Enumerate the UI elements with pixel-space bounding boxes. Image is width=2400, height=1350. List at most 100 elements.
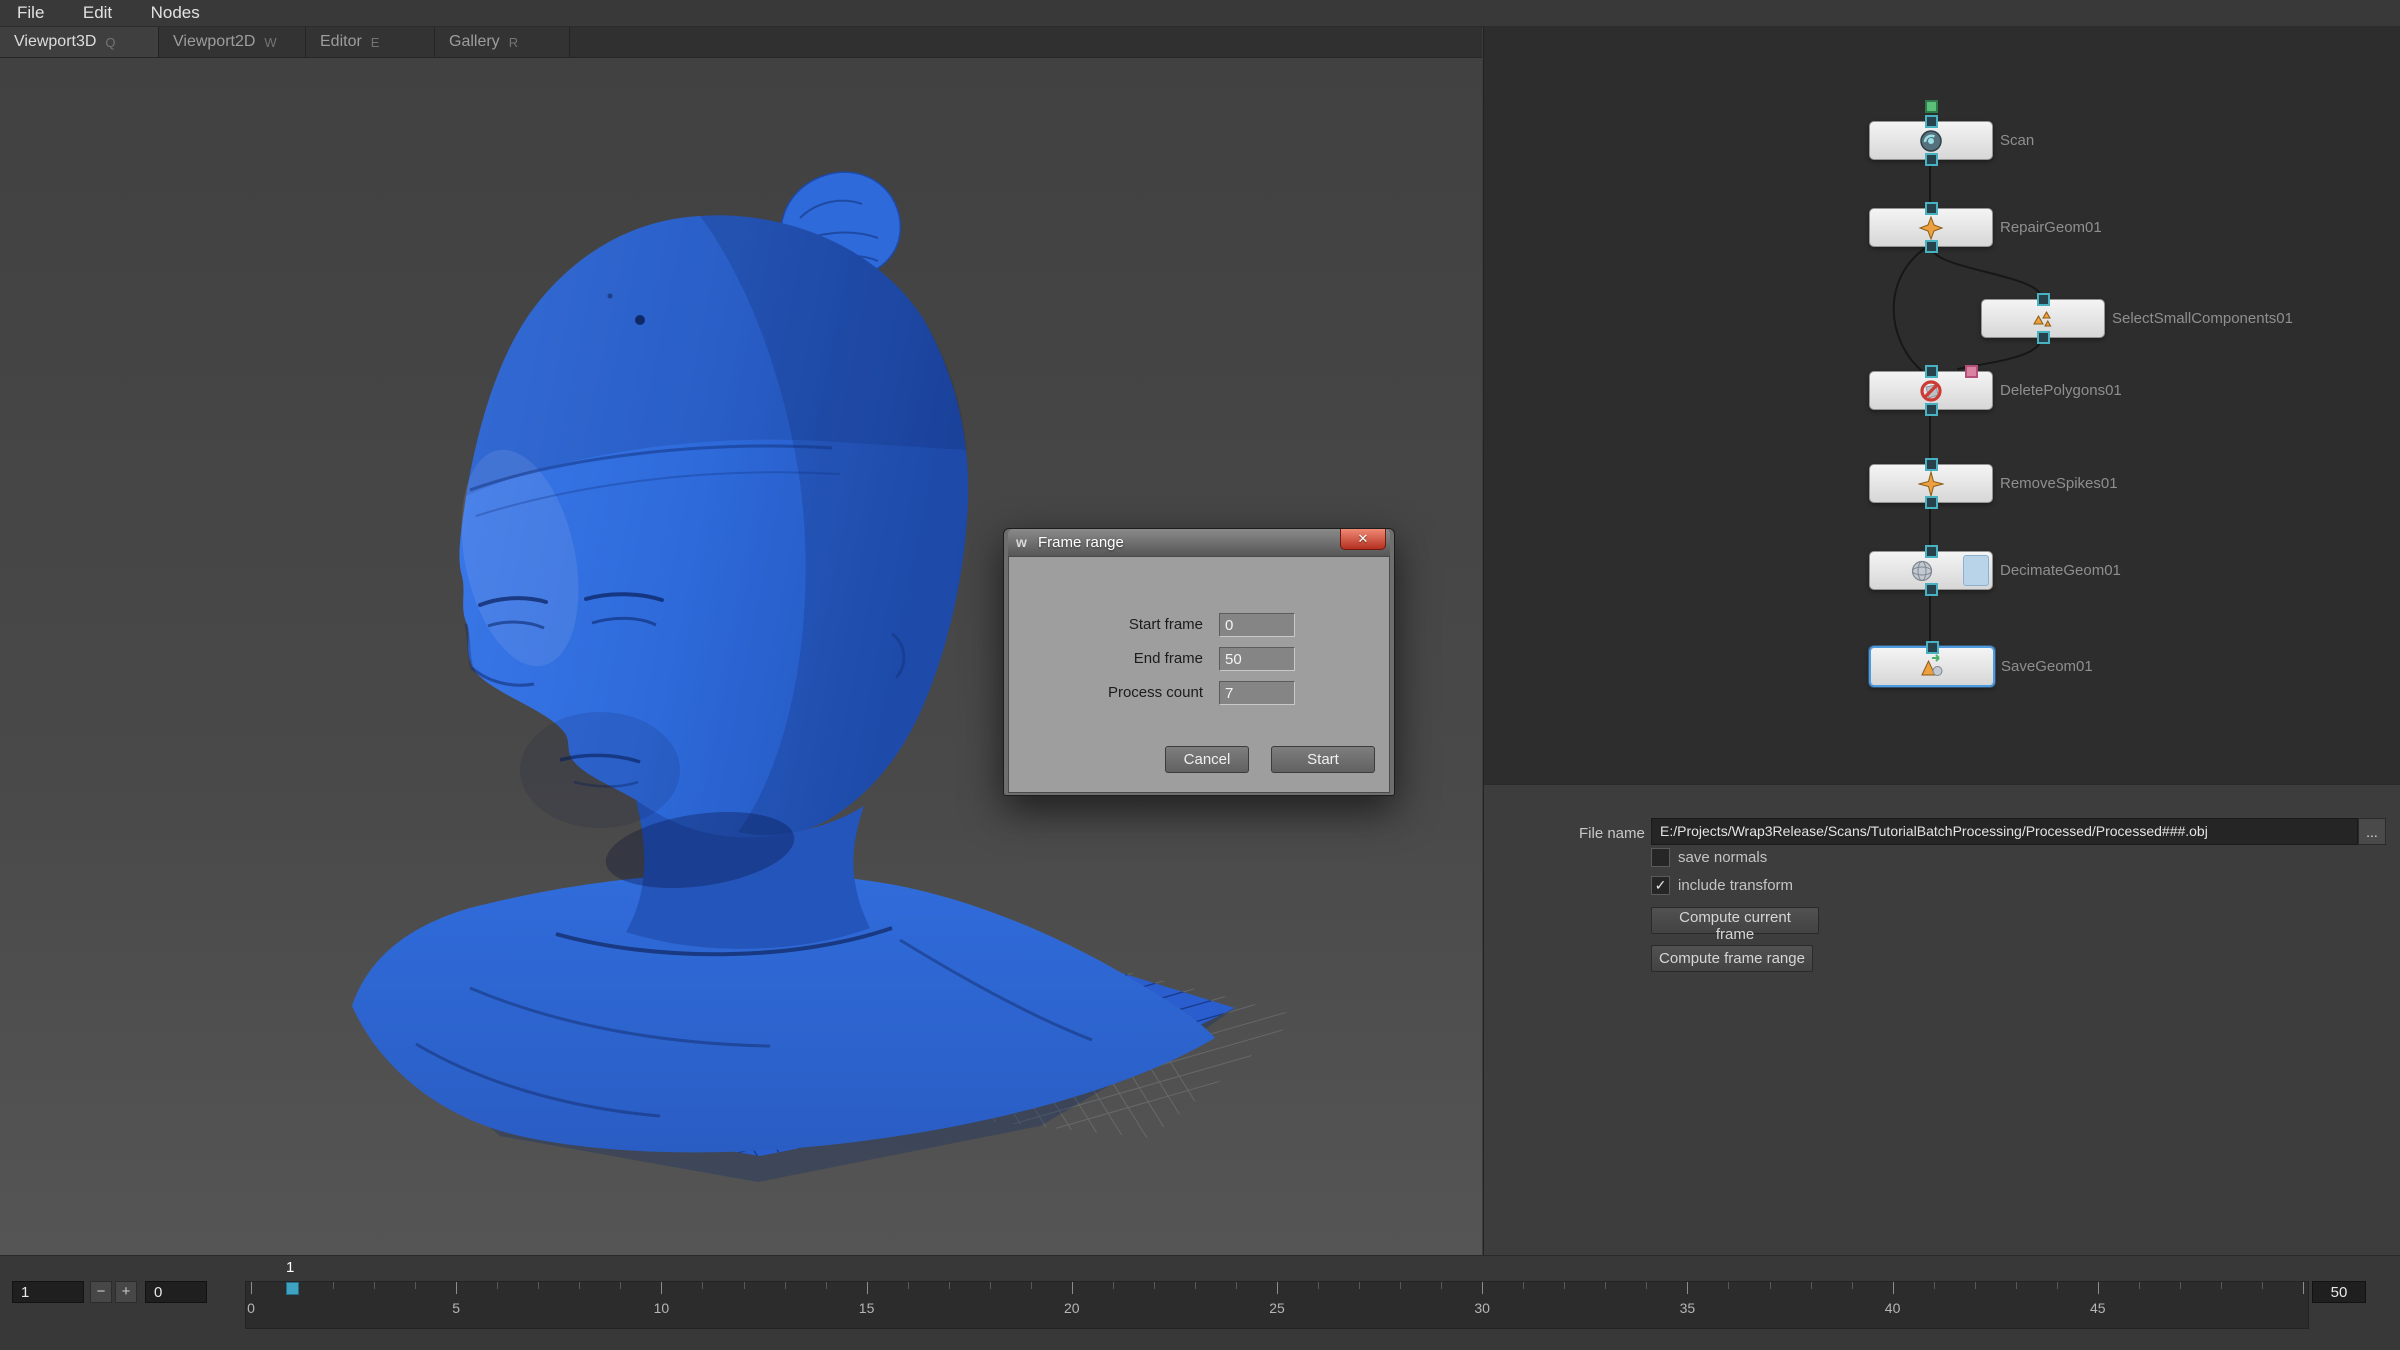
ruler-tick: [1811, 1282, 1812, 1289]
ruler-tick: [2016, 1282, 2017, 1289]
selection-input-port[interactable]: [1965, 365, 1978, 378]
browse-button[interactable]: ...: [2358, 818, 2386, 845]
input-port[interactable]: [1925, 365, 1938, 378]
ruler-tick: [2262, 1282, 2263, 1289]
ruler-tick: [867, 1282, 868, 1294]
wrap-app-icon: w: [1016, 534, 1027, 550]
tab-label: Viewport3D: [14, 33, 96, 51]
checkbox-box: ✓: [1651, 876, 1670, 895]
savegeom-properties-panel: File name E:/Projects/Wrap3Release/Scans…: [1483, 784, 2400, 1256]
playhead-marker[interactable]: [286, 1282, 299, 1295]
save-normals-checkbox[interactable]: save normals: [1651, 847, 1767, 867]
ruler-label: 5: [452, 1300, 460, 1316]
cancel-button[interactable]: Cancel: [1165, 746, 1249, 773]
input-port[interactable]: [2037, 293, 2050, 306]
start-frame-input[interactable]: [1219, 613, 1295, 637]
output-port[interactable]: [2037, 331, 2050, 344]
ruler-tick: [456, 1282, 457, 1294]
range-end-input[interactable]: 50: [2312, 1281, 2366, 1303]
tab-editor[interactable]: Editor E: [306, 27, 435, 57]
input-port[interactable]: [1925, 458, 1938, 471]
menu-file[interactable]: File: [0, 0, 61, 26]
ruler-label: 45: [2090, 1300, 2106, 1316]
ruler-tick: [1031, 1282, 1032, 1289]
ruler-tick: [1564, 1282, 1565, 1289]
tab-gallery[interactable]: Gallery R: [435, 27, 570, 57]
compute-frame-range-button[interactable]: Compute frame range: [1651, 945, 1813, 972]
output-port[interactable]: [1925, 583, 1938, 596]
ruler-tick: [1195, 1282, 1196, 1289]
node-savegeom01[interactable]: SaveGeom01: [1869, 646, 1995, 687]
ruler-label: 0: [247, 1300, 255, 1316]
ruler-tick: [1441, 1282, 1442, 1289]
ruler-tick: [497, 1282, 498, 1289]
menu-edit[interactable]: Edit: [66, 0, 129, 26]
close-button[interactable]: ✕: [1340, 529, 1386, 550]
node-scan[interactable]: Scan: [1869, 121, 1993, 160]
ruler-tick: [1646, 1282, 1647, 1289]
tab-viewport3d[interactable]: Viewport3D Q: [0, 27, 159, 57]
timeline-ruler[interactable]: 051015202530354045: [245, 1281, 2309, 1329]
range-start-input[interactable]: 0: [145, 1281, 207, 1303]
ruler-tick: [1400, 1282, 1401, 1289]
delete-polygons-node-icon: [1918, 378, 1944, 404]
input-port[interactable]: [1925, 202, 1938, 215]
close-icon: ✕: [1358, 530, 1369, 548]
output-port[interactable]: [1925, 240, 1938, 253]
ruler-tick: [1482, 1282, 1483, 1294]
ruler-tick: [2221, 1282, 2222, 1289]
ruler-tick: [251, 1282, 252, 1294]
input-port[interactable]: [1925, 545, 1938, 558]
ruler-tick: [1605, 1282, 1606, 1289]
process-count-input[interactable]: [1219, 681, 1295, 705]
input-port[interactable]: [1925, 115, 1938, 128]
checkbox-label: save normals: [1678, 849, 1767, 866]
tab-shortcut: W: [264, 35, 276, 50]
output-port[interactable]: [1925, 153, 1938, 166]
save-geom-node-icon: [1919, 654, 1945, 680]
node-label: DeletePolygons01: [2000, 372, 2122, 409]
ruler-tick: [415, 1282, 416, 1289]
frame-increment-button[interactable]: +: [115, 1281, 137, 1303]
menu-nodes[interactable]: Nodes: [134, 0, 217, 26]
ruler-tick: [333, 1282, 334, 1289]
node-removespikes01[interactable]: RemoveSpikes01: [1869, 464, 1993, 503]
ruler-tick: [1523, 1282, 1524, 1289]
remove-spikes-node-icon: [1918, 471, 1944, 497]
node-secondary-section[interactable]: [1963, 555, 1989, 586]
scan-node-icon: [1918, 128, 1944, 154]
ruler-tick: [620, 1282, 621, 1289]
tab-shortcut: R: [509, 35, 518, 50]
node-decimategeom01[interactable]: DecimateGeom01: [1869, 551, 1993, 590]
compute-current-frame-button[interactable]: Compute current frame: [1651, 907, 1819, 934]
ruler-tick: [374, 1282, 375, 1289]
include-transform-checkbox[interactable]: ✓ include transform: [1651, 875, 1793, 895]
ruler-tick: [826, 1282, 827, 1289]
output-port[interactable]: [1925, 403, 1938, 416]
input-port[interactable]: [1926, 641, 1939, 654]
frame-decrement-button[interactable]: −: [90, 1281, 112, 1303]
ruler-label: 20: [1064, 1300, 1080, 1316]
start-frame-label: Start frame: [1023, 613, 1203, 637]
output-port[interactable]: [1925, 496, 1938, 509]
ruler-tick: [1770, 1282, 1771, 1289]
ruler-tick: [1318, 1282, 1319, 1289]
node-deletepolygons01[interactable]: DeletePolygons01: [1869, 371, 1993, 410]
checkbox-label: include transform: [1678, 877, 1793, 894]
tab-shortcut: E: [371, 35, 380, 50]
tab-viewport2d[interactable]: Viewport2D W: [159, 27, 306, 57]
node-label: SelectSmallComponents01: [2112, 300, 2293, 337]
ruler-tick: [2057, 1282, 2058, 1289]
node-graph-panel[interactable]: Scan RepairGeom01 SelectSmallComponents0…: [1483, 26, 2400, 784]
start-port[interactable]: [1925, 100, 1938, 113]
node-selectsmallcomponents01[interactable]: SelectSmallComponents01: [1981, 299, 2105, 338]
ruler-tick: [2139, 1282, 2140, 1289]
check-icon: ✓: [1655, 877, 1667, 894]
start-button[interactable]: Start: [1271, 746, 1375, 773]
end-frame-input[interactable]: [1219, 647, 1295, 671]
file-name-field[interactable]: E:/Projects/Wrap3Release/Scans/TutorialB…: [1651, 818, 2358, 845]
current-frame-input[interactable]: 1: [12, 1281, 84, 1303]
dialog-titlebar[interactable]: w Frame range ✕: [1008, 529, 1390, 556]
node-repairgeom01[interactable]: RepairGeom01: [1869, 208, 1993, 247]
tab-label: Viewport2D: [173, 33, 255, 51]
